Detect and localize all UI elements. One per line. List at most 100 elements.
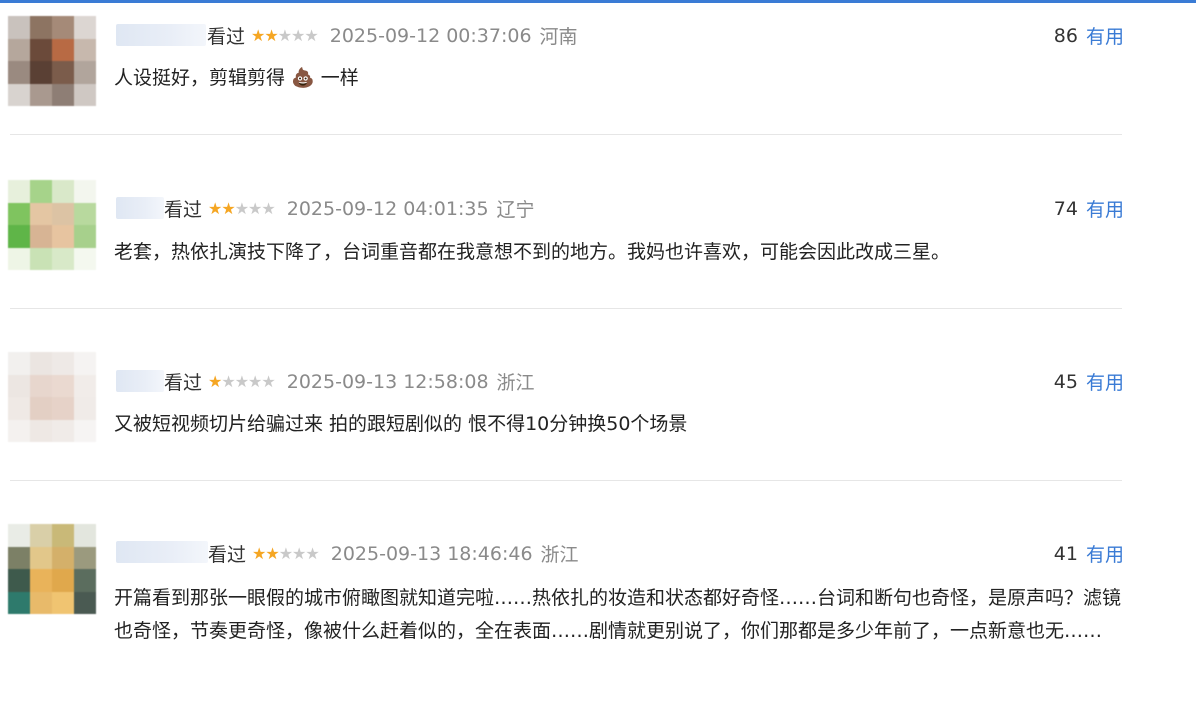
divider [10, 134, 1122, 135]
avatar-pixel [74, 352, 96, 375]
avatar-pixel [8, 546, 30, 569]
avatar-pixel [52, 180, 74, 203]
review-content: 老套，热依扎演技下降了，台词重音都在我意想不到的地方。我妈也许喜欢，可能会因此改… [114, 241, 951, 263]
avatar-pixel [74, 202, 96, 225]
username-blurred[interactable] [116, 197, 164, 219]
avatar-pixel [8, 524, 30, 547]
avatar-pixel [52, 38, 74, 61]
username-blurred[interactable] [116, 370, 164, 392]
avatar-pixel [74, 83, 96, 106]
avatar-pixel [30, 524, 52, 547]
useful-button[interactable]: 有用 [1086, 540, 1124, 567]
avatar-pixel [74, 16, 96, 39]
useful-button[interactable]: 有用 [1086, 195, 1124, 222]
avatar-pixel [52, 83, 74, 106]
avatar-pixel [52, 16, 74, 39]
review-meta: 看过 ★ ★ ★ ★ ★ 2025-09-13 12:58:08 浙江 [164, 368, 535, 395]
rating-stars: ★ ★ ★ ★ ★ [208, 199, 276, 218]
useful-button[interactable]: 有用 [1086, 22, 1124, 49]
avatar-pixel [8, 225, 30, 248]
username-blurred[interactable] [116, 541, 208, 563]
star-filled-icon: ★ [208, 372, 222, 391]
star-filled-icon: ★ [208, 199, 222, 218]
avatar-pixel [30, 38, 52, 61]
avatar-pixel [8, 591, 30, 614]
avatar-pixel [74, 397, 96, 420]
review-location: 河南 [539, 26, 578, 48]
useful-count: 41 [1053, 542, 1078, 565]
avatar-pixel [52, 374, 74, 397]
star-filled-icon: ★ [251, 26, 265, 45]
star-empty-icon: ★ [234, 372, 249, 391]
star-empty-icon: ★ [304, 26, 318, 45]
avatar-pixel [8, 374, 30, 397]
watched-label: 看过 [207, 26, 246, 48]
avatar-pixel [74, 180, 96, 203]
avatar-pixel [30, 546, 52, 569]
avatar-pixel [74, 419, 96, 442]
watched-label: 看过 [164, 199, 203, 221]
avatar-pixel [30, 419, 52, 442]
star-empty-icon: ★ [261, 372, 275, 391]
useful-vote[interactable]: 41 有用 [1054, 540, 1124, 567]
useful-count: 45 [1053, 370, 1078, 393]
avatar[interactable] [8, 524, 96, 614]
review-date: 2025-09-13 18:46:46 [330, 542, 533, 565]
avatar-pixel [8, 352, 30, 375]
avatar-pixel [74, 225, 96, 248]
avatar[interactable] [8, 180, 96, 270]
review-meta: 看过 ★ ★ ★ ★ ★ 2025-09-12 00:37:06 河南 [207, 22, 578, 49]
star-empty-icon: ★ [277, 26, 292, 45]
avatar-pixel [8, 419, 30, 442]
avatar-pixel [74, 61, 96, 84]
avatar-pixel [8, 61, 30, 84]
avatar-pixel [30, 397, 52, 420]
useful-vote[interactable]: 74 有用 [1054, 195, 1124, 222]
useful-vote[interactable]: 45 有用 [1054, 368, 1124, 395]
useful-count: 74 [1053, 197, 1078, 220]
review-content: 又被短视频切片给骗过来 拍的跟短剧似的 恨不得10分钟换50个场景 [114, 413, 688, 435]
avatar-pixel [52, 202, 74, 225]
star-filled-icon: ★ [265, 544, 279, 563]
avatar-pixel [74, 374, 96, 397]
star-empty-icon: ★ [291, 26, 305, 45]
divider [10, 308, 1122, 309]
star-empty-icon: ★ [278, 544, 293, 563]
avatar-pixel [30, 202, 52, 225]
avatar-pixel [52, 397, 74, 420]
star-empty-icon: ★ [292, 544, 306, 563]
avatar-pixel [52, 546, 74, 569]
avatar-pixel [30, 225, 52, 248]
avatar-pixel [8, 569, 30, 592]
star-empty-icon: ★ [234, 199, 249, 218]
username-blurred[interactable] [116, 24, 206, 46]
avatar-pixel [30, 16, 52, 39]
watched-label: 看过 [164, 372, 203, 394]
useful-button[interactable]: 有用 [1086, 368, 1124, 395]
star-empty-icon: ★ [248, 199, 262, 218]
avatar-pixel [30, 247, 52, 270]
avatar-pixel [8, 83, 30, 106]
avatar[interactable] [8, 16, 96, 106]
star-empty-icon: ★ [248, 372, 262, 391]
review-location: 辽宁 [496, 199, 535, 221]
avatar-pixel [8, 16, 30, 39]
avatar-pixel [74, 546, 96, 569]
star-filled-icon: ★ [221, 199, 235, 218]
avatar-pixel [52, 569, 74, 592]
divider [10, 480, 1122, 481]
avatar-pixel [8, 38, 30, 61]
review-content: 开篇看到那张一眼假的城市俯瞰图就知道完啦……热依扎的妆造和状态都好奇怪……台词和… [114, 587, 1122, 642]
useful-vote[interactable]: 86 有用 [1054, 22, 1124, 49]
rating-stars: ★ ★ ★ ★ ★ [208, 372, 276, 391]
avatar-pixel [30, 591, 52, 614]
star-empty-icon: ★ [261, 199, 275, 218]
avatar-pixel [30, 83, 52, 106]
top-accent-line [0, 0, 1196, 3]
avatar-pixel [74, 569, 96, 592]
useful-count: 86 [1053, 24, 1078, 47]
avatar-pixel [8, 180, 30, 203]
avatar[interactable] [8, 352, 96, 442]
review-content: 人设挺好，剪辑剪得 💩 一样 [114, 67, 359, 89]
avatar-pixel [52, 247, 74, 270]
